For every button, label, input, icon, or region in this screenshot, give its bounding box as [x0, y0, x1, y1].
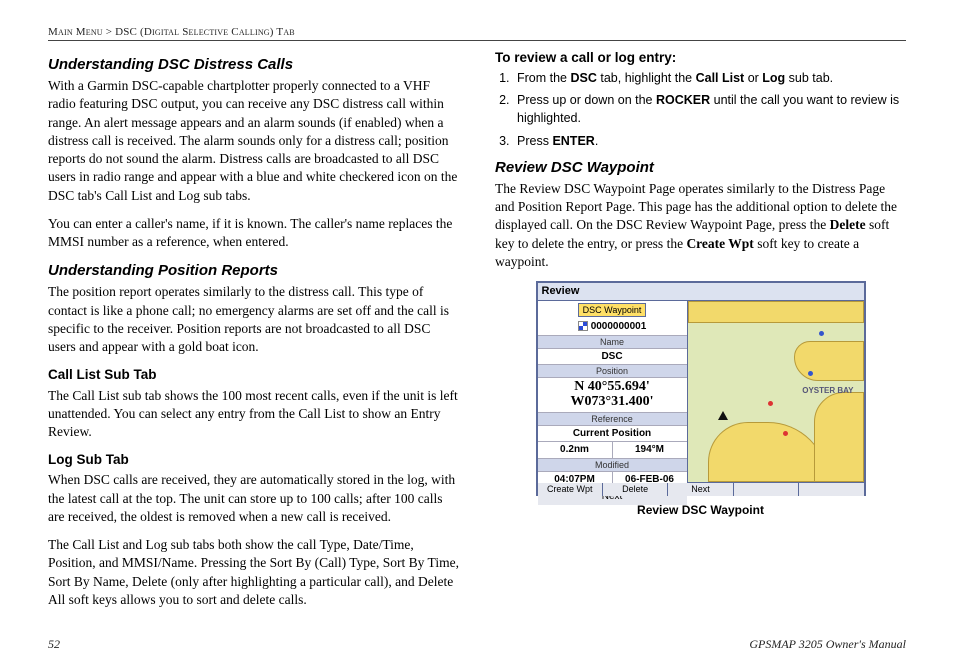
- fig-reference-field[interactable]: Current Position: [538, 426, 687, 443]
- map-point-icon: [783, 431, 788, 436]
- footer: 52 GPSMAP 3205 Owner's Manual: [48, 637, 906, 652]
- breadcrumb-main: DSC (Digital Selective Calling) Tab: [115, 26, 295, 38]
- fig-label-position: Position: [538, 365, 687, 378]
- softkey-next[interactable]: Next: [668, 483, 733, 496]
- para-log-1: When DSC calls are received, they are au…: [48, 471, 459, 526]
- heading-log-subtab: Log Sub Tab: [48, 451, 459, 469]
- step-1: From the DSC tab, highlight the Call Lis…: [513, 69, 906, 87]
- manual-title: GPSMAP 3205 Owner's Manual: [749, 637, 906, 652]
- fig-distance: 0.2nm: [538, 442, 613, 458]
- para-call-list: The Call List sub tab shows the 100 most…: [48, 387, 459, 442]
- step-2: Press up or down on the ROCKER until the…: [513, 91, 906, 127]
- waypoint-icon: [578, 321, 588, 331]
- breadcrumb-pre: Main Menu >: [48, 26, 115, 38]
- page: Main Menu > DSC (Digital Selective Calli…: [0, 0, 954, 670]
- fig-tab-dsc-waypoint[interactable]: DSC Waypoint: [578, 303, 647, 317]
- fig-bearing: 194°M: [613, 442, 687, 458]
- heading-review-procedure: To review a call or log entry:: [495, 49, 906, 67]
- fig-dist-brg-row: 0.2nm 194°M: [538, 442, 687, 459]
- map-point-icon: [819, 331, 824, 336]
- softkey-empty-2[interactable]: [799, 483, 863, 496]
- figure-wrap: Review DSC Waypoint 0000000001 Name DSC …: [495, 281, 906, 518]
- boat-icon: [718, 411, 728, 420]
- heading-position-reports: Understanding Position Reports: [48, 261, 459, 281]
- para-log-2: The Call List and Log sub tabs both show…: [48, 536, 459, 609]
- softkey-empty-1[interactable]: [734, 483, 799, 496]
- para-position-reports: The position report operates similarly t…: [48, 283, 459, 356]
- map-point-icon: [808, 371, 813, 376]
- map-label-oyster-bay: OYSTER BAY: [802, 386, 853, 397]
- heading-distress-calls: Understanding DSC Distress Calls: [48, 55, 459, 75]
- page-number: 52: [48, 637, 60, 652]
- fig-name-field[interactable]: DSC: [538, 349, 687, 366]
- heading-call-list-subtab: Call List Sub Tab: [48, 366, 459, 384]
- para-review-dsc-waypoint: The Review DSC Waypoint Page operates si…: [495, 180, 906, 271]
- fig-label-name: Name: [538, 336, 687, 349]
- softkey-create-wpt[interactable]: Create Wpt: [538, 483, 603, 496]
- fig-softkey-row: Create Wpt Delete Next: [538, 482, 864, 496]
- left-column: Understanding DSC Distress Calls With a …: [48, 49, 459, 619]
- right-column: To review a call or log entry: From the …: [495, 49, 906, 619]
- fig-map[interactable]: OYSTER BAY: [688, 301, 864, 482]
- figure-review-dsc-waypoint: Review DSC Waypoint 0000000001 Name DSC …: [536, 281, 866, 496]
- review-steps: From the DSC tab, highlight the Call Lis…: [513, 69, 906, 150]
- heading-review-dsc-waypoint: Review DSC Waypoint: [495, 158, 906, 178]
- softkey-delete[interactable]: Delete: [603, 483, 668, 496]
- fig-title: Review: [538, 283, 864, 301]
- fig-position-field[interactable]: N 40°55.694' W073°31.400': [538, 378, 687, 412]
- para-distress-1: With a Garmin DSC-capable chartplotter p…: [48, 77, 459, 205]
- para-distress-2: You can enter a caller's name, if it is …: [48, 215, 459, 251]
- fig-left-panel: DSC Waypoint 0000000001 Name DSC Positio…: [538, 301, 688, 482]
- breadcrumb: Main Menu > DSC (Digital Selective Calli…: [48, 26, 906, 41]
- step-3: Press ENTER.: [513, 132, 906, 150]
- map-point-icon: [768, 401, 773, 406]
- fig-label-reference: Reference: [538, 413, 687, 426]
- fig-label-modified: Modified: [538, 459, 687, 472]
- fig-mmsi-field[interactable]: 0000000001: [538, 319, 687, 336]
- columns: Understanding DSC Distress Calls With a …: [48, 49, 906, 619]
- fig-body: DSC Waypoint 0000000001 Name DSC Positio…: [538, 301, 864, 482]
